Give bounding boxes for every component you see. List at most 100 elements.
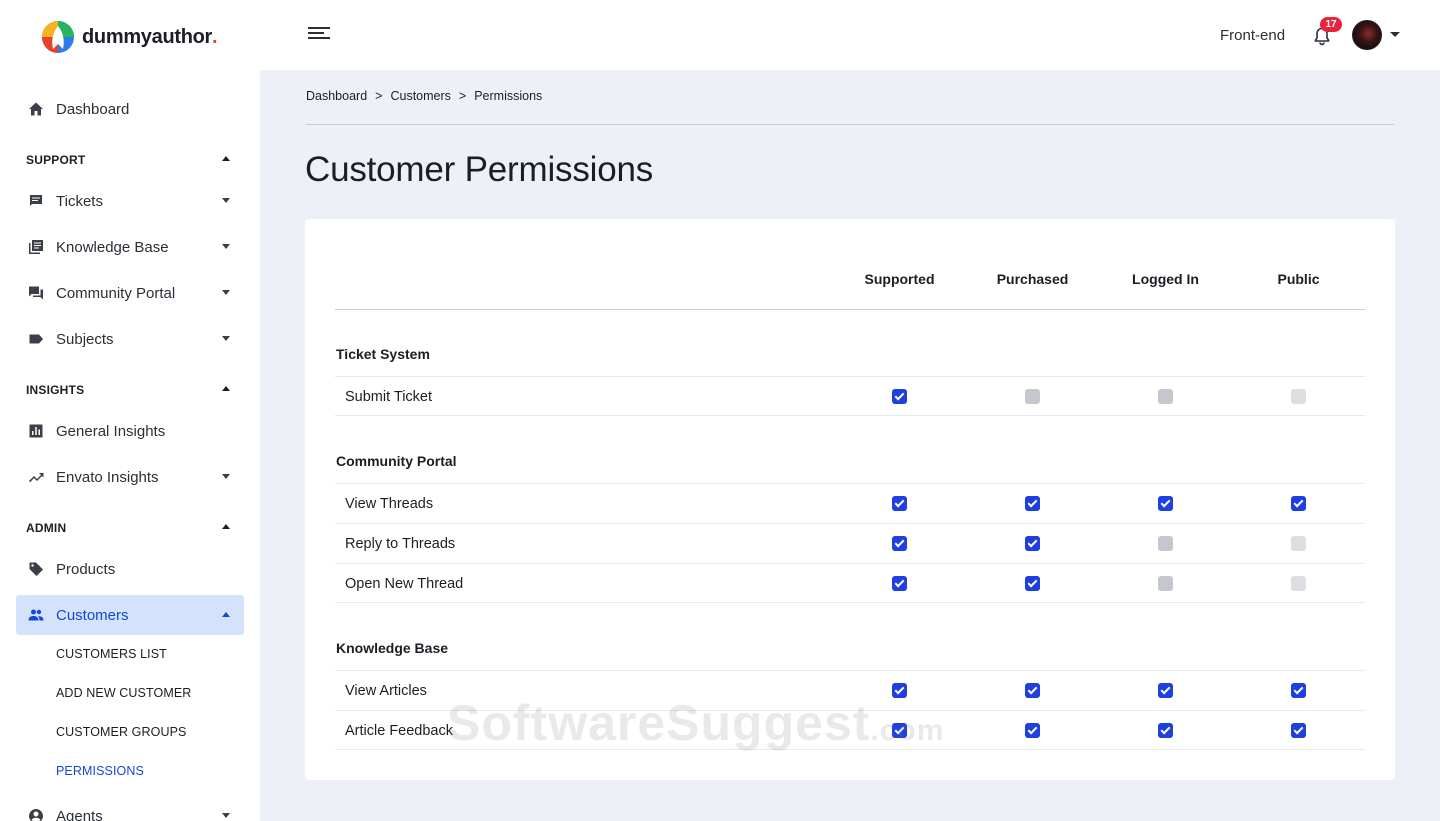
sidebar-item-general-insights[interactable]: General Insights	[16, 411, 244, 451]
menu-icon[interactable]	[308, 27, 330, 41]
checkbox-public[interactable]	[1291, 496, 1306, 511]
checkbox-supported[interactable]	[892, 723, 907, 738]
sidebar-sub-customer-groups[interactable]: CUSTOMER GROUPS	[56, 725, 186, 739]
brand-name: dummyauthor	[82, 25, 213, 48]
sidebar-sub-add-new-customer[interactable]: ADD NEW CUSTOMER	[56, 686, 191, 700]
caret-up-icon	[222, 524, 230, 529]
chevron-down-icon	[222, 244, 230, 249]
forum-icon	[28, 285, 44, 301]
sidebar-item-label: Envato Insights	[56, 468, 159, 486]
avatar[interactable]	[1352, 20, 1382, 50]
library-books-icon	[28, 239, 44, 255]
permissions-card: Supported Purchased Logged In Public Tic…	[305, 219, 1395, 780]
caret-up-icon	[222, 386, 230, 391]
sidebar-sub-permissions[interactable]: PERMISSIONS	[56, 764, 144, 778]
checkbox-logged-in[interactable]	[1158, 723, 1173, 738]
sidebar-item-products[interactable]: Products	[16, 549, 244, 589]
group-title: Community Portal	[336, 453, 457, 469]
sidebar-item-tickets[interactable]: Tickets	[16, 181, 244, 221]
column-header-purchased: Purchased	[996, 271, 1069, 287]
divider	[335, 309, 1365, 310]
sidebar-item-subjects[interactable]: Subjects	[16, 319, 244, 359]
group-title: Ticket System	[336, 346, 430, 362]
topbar: Front-end 17	[260, 0, 1440, 70]
checkbox-public	[1291, 576, 1306, 591]
table-row: View Threads	[335, 483, 1365, 523]
message-icon	[28, 193, 44, 209]
permission-label: Open New Thread	[345, 576, 464, 592]
sidebar-item-dashboard[interactable]: Dashboard	[16, 89, 244, 129]
breadcrumb-item-customers[interactable]: Customers	[390, 89, 450, 103]
sidebar-item-label: General Insights	[56, 422, 166, 440]
sidebar-item-label: Community Portal	[56, 284, 176, 302]
group-title: Knowledge Base	[336, 640, 449, 656]
checkbox-logged-in[interactable]	[1158, 536, 1173, 551]
sidebar-item-community-portal[interactable]: Community Portal	[16, 273, 244, 313]
divider	[306, 124, 1394, 125]
breadcrumb-separator: >	[375, 89, 383, 103]
people-icon	[28, 607, 44, 623]
chevron-down-icon	[222, 290, 230, 295]
checkbox-supported[interactable]	[892, 683, 907, 698]
section-label: INSIGHTS	[26, 383, 85, 397]
front-end-link[interactable]: Front-end	[1220, 27, 1285, 44]
checkbox-logged-in[interactable]	[1158, 389, 1173, 404]
brand-logo[interactable]: dummyauthor.	[40, 20, 218, 54]
checkbox-purchased[interactable]	[1025, 683, 1040, 698]
sidebar-item-label: Products	[56, 560, 116, 578]
notification-badge: 17	[1320, 17, 1342, 32]
page-title: Customer Permissions	[305, 150, 654, 189]
checkbox-public[interactable]	[1291, 723, 1306, 738]
sidebar-item-knowledge-base[interactable]: Knowledge Base	[16, 227, 244, 267]
column-header-public: Public	[1277, 271, 1320, 287]
checkbox-supported[interactable]	[892, 389, 907, 404]
checkbox-public[interactable]	[1291, 683, 1306, 698]
chevron-down-icon	[222, 198, 230, 203]
bar-chart-icon	[28, 423, 44, 439]
checkbox-purchased[interactable]	[1025, 576, 1040, 591]
section-insights[interactable]: INSIGHTS	[26, 383, 234, 397]
tag-icon	[28, 561, 44, 577]
checkbox-purchased[interactable]	[1025, 536, 1040, 551]
sidebar-item-label: Tickets	[56, 192, 103, 210]
table-row: View Articles	[335, 670, 1365, 710]
checkbox-supported[interactable]	[892, 496, 907, 511]
brand-dot: .	[212, 25, 218, 48]
permission-label: Submit Ticket	[345, 389, 433, 405]
checkbox-purchased[interactable]	[1025, 389, 1040, 404]
checkbox-logged-in[interactable]	[1158, 576, 1173, 591]
sidebar-sub-customers-list[interactable]: CUSTOMERS LIST	[56, 647, 167, 661]
breadcrumb: Dashboard > Customers > Permissions	[306, 89, 542, 103]
column-header-logged-in: Logged In	[1132, 271, 1199, 287]
checkbox-purchased[interactable]	[1025, 496, 1040, 511]
checkbox-supported[interactable]	[892, 576, 907, 591]
section-admin[interactable]: ADMIN	[26, 521, 234, 535]
sidebar: dummyauthor. Dashboard SUPPORT Tickets K…	[0, 0, 260, 821]
breadcrumb-item-dashboard[interactable]: Dashboard	[306, 89, 367, 103]
chevron-down-icon	[222, 336, 230, 341]
checkbox-logged-in[interactable]	[1158, 496, 1173, 511]
checkbox-logged-in[interactable]	[1158, 683, 1173, 698]
chevron-down-icon[interactable]	[1390, 32, 1400, 37]
caret-up-icon	[222, 156, 230, 161]
chevron-up-icon	[222, 612, 230, 617]
trending-up-icon	[28, 469, 44, 485]
sidebar-item-customers[interactable]: Customers	[16, 595, 244, 635]
home-icon	[28, 101, 44, 117]
permission-label: View Articles	[345, 683, 427, 699]
table-row: Open New Thread	[335, 563, 1365, 603]
permission-label: Reply to Threads	[345, 536, 456, 552]
section-label: ADMIN	[26, 521, 67, 535]
checkbox-purchased[interactable]	[1025, 723, 1040, 738]
sidebar-item-label: Dashboard	[56, 100, 130, 118]
checkbox-public	[1291, 389, 1306, 404]
column-header-supported: Supported	[864, 271, 935, 287]
breadcrumb-separator: >	[458, 89, 467, 103]
sidebar-item-agents[interactable]: Agents	[16, 796, 244, 821]
section-support[interactable]: SUPPORT	[26, 153, 234, 167]
label-icon	[28, 331, 44, 347]
checkbox-supported[interactable]	[892, 536, 907, 551]
sidebar-item-envato-insights[interactable]: Envato Insights	[16, 457, 244, 497]
sidebar-item-label: Agents	[56, 807, 103, 821]
sidebar-item-label: Knowledge Base	[56, 238, 169, 256]
